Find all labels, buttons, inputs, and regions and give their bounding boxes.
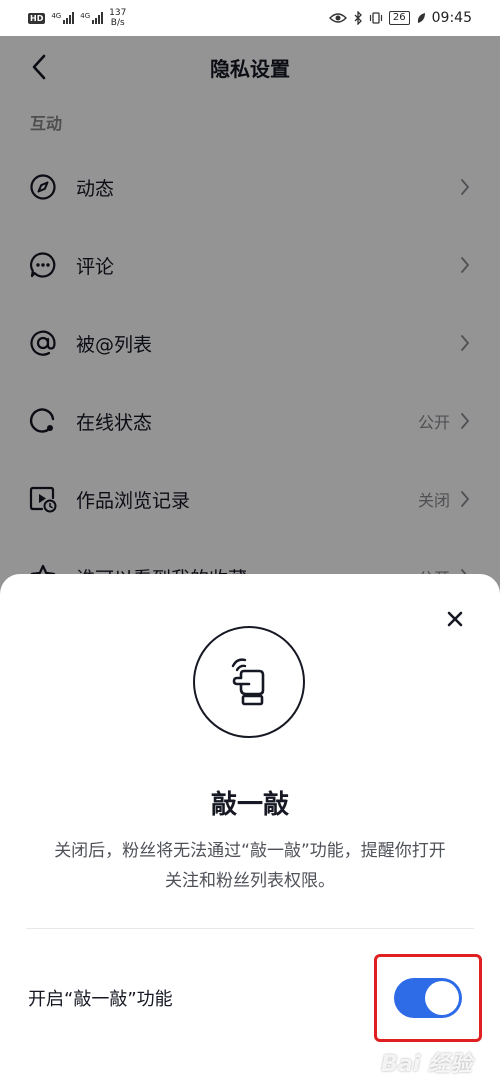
vibrate-icon	[369, 12, 383, 24]
sheet-description: 关闭后，粉丝将无法通过“敲一敲”功能，提醒你打开关注和粉丝列表权限。	[54, 841, 446, 891]
clock: 09:45	[431, 10, 472, 26]
sim2-label: 4G	[80, 12, 91, 20]
knock-bottom-sheet: 敲一敲 关闭后，粉丝将无法通过“敲一敲”功能，提醒你打开关注和粉丝列表权限。 开…	[0, 574, 500, 1084]
highlight-annotation	[374, 954, 482, 1042]
hd-badge: HD	[28, 12, 46, 24]
net-speed-value: 137	[109, 8, 127, 18]
battery-indicator: 26	[388, 11, 410, 25]
close-button[interactable]	[440, 604, 470, 634]
status-bar: HD 4G 4G 137 B/s 26 09:45	[0, 0, 500, 36]
close-icon	[447, 611, 463, 627]
toggle-label: 开启“敲一敲”功能	[28, 989, 173, 1010]
eye-icon	[328, 13, 347, 23]
leaf-icon	[417, 13, 425, 23]
net-speed-unit: B/s	[110, 18, 125, 28]
sim1-label: 4G	[51, 12, 62, 20]
signal-icon-2: 4G	[80, 12, 104, 24]
sheet-title: 敲一敲	[210, 790, 289, 820]
knock-toggle-switch[interactable]	[394, 978, 462, 1018]
knock-fist-icon	[231, 658, 265, 706]
signal-icon: 4G	[51, 12, 75, 24]
toggle-knob	[425, 981, 459, 1015]
net-speed: 137 B/s	[109, 8, 126, 28]
knock-toggle-row: 开启“敲一敲”功能	[0, 954, 500, 1042]
divider	[26, 928, 474, 929]
knock-feature-badge	[193, 626, 305, 738]
bluetooth-icon	[354, 11, 362, 25]
watermark: Bai 经验	[381, 1052, 472, 1077]
